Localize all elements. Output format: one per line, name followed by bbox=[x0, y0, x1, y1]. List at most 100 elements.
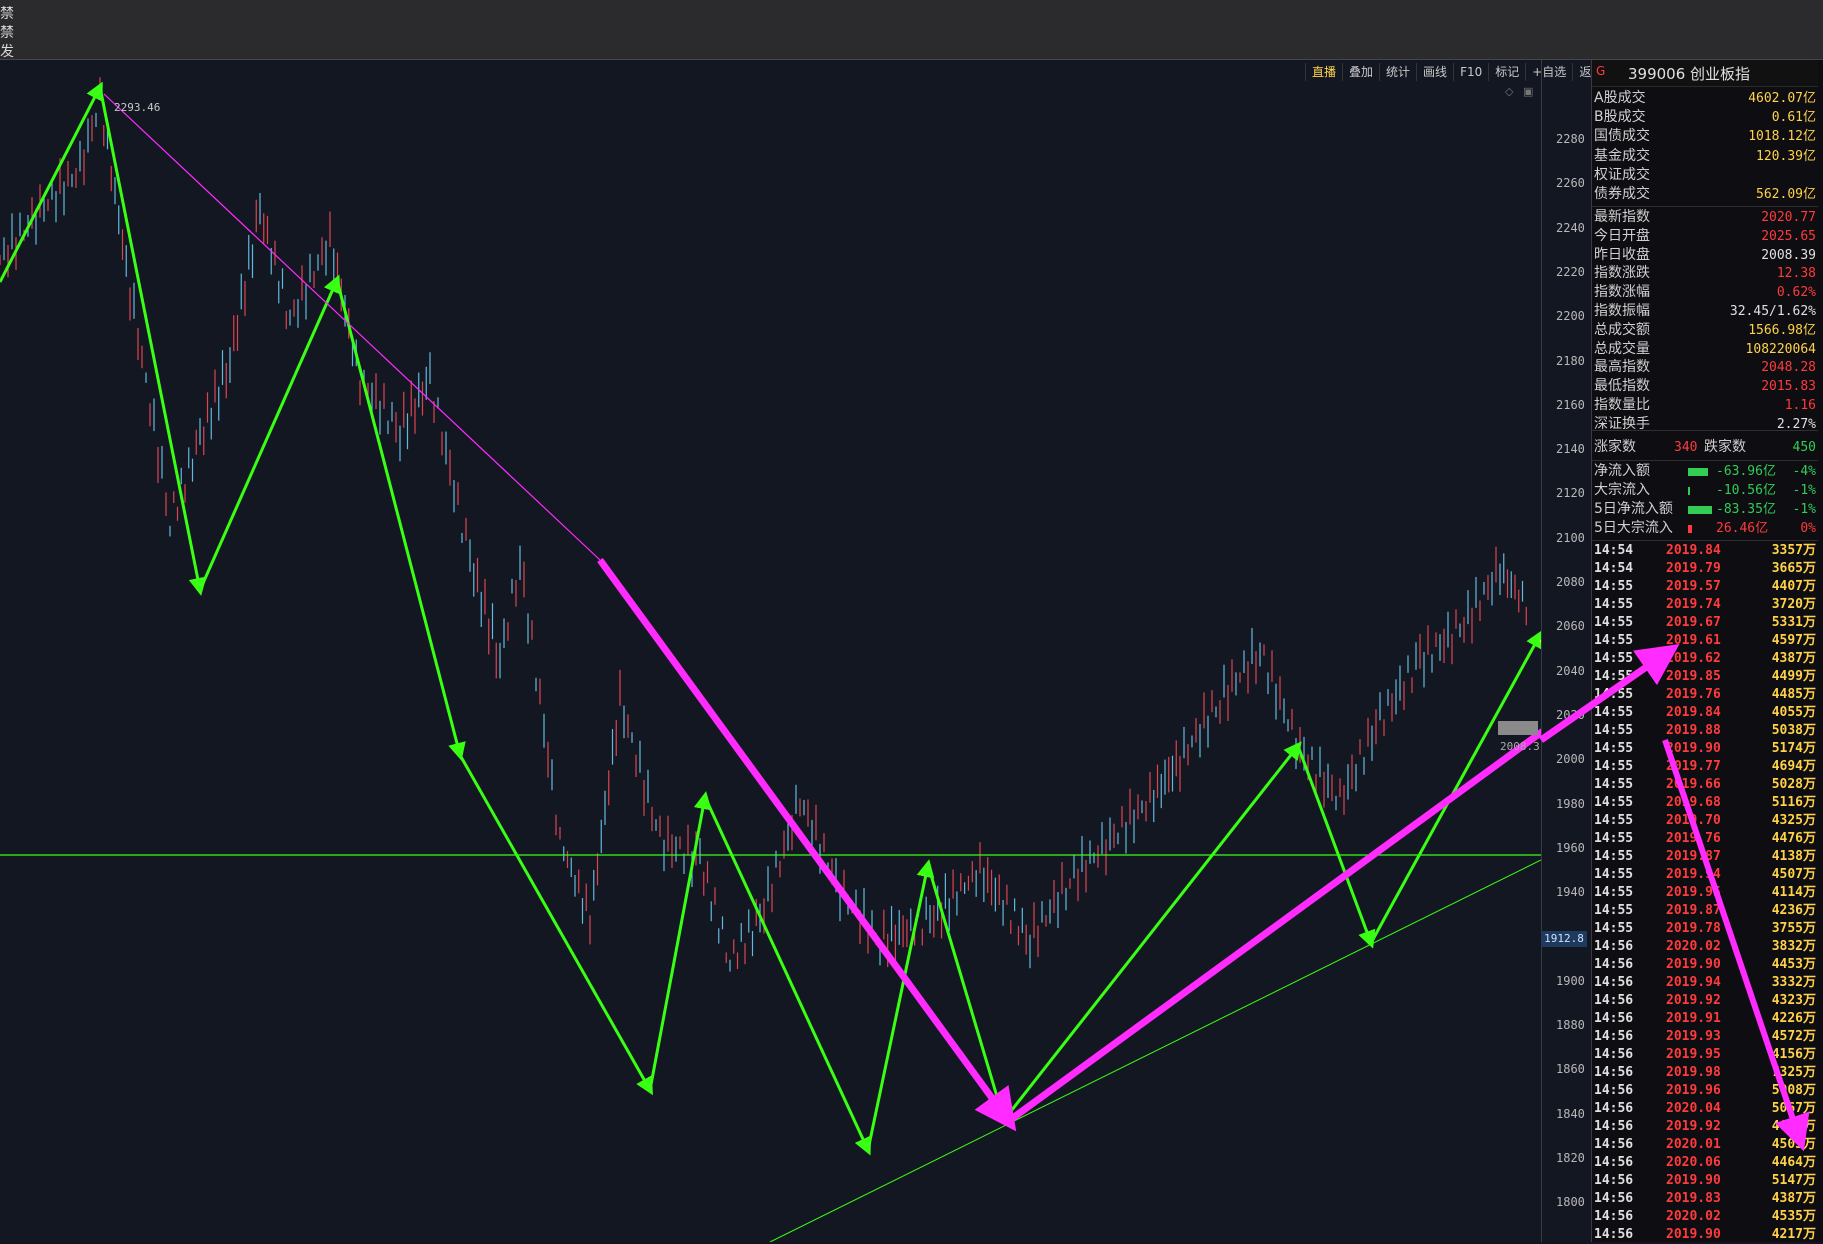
price-axis-label: 2000 bbox=[1556, 752, 1585, 767]
tick-volume: 5116万 bbox=[1771, 795, 1816, 810]
tick-time: 14:56 bbox=[1594, 957, 1634, 972]
tick-price: 2019.57 bbox=[1666, 579, 1721, 594]
turnover-row-value: 120.39亿 bbox=[1756, 148, 1816, 164]
turnover-row-label: 债券成交 bbox=[1594, 186, 1650, 202]
uptrend-arrow bbox=[1007, 728, 1541, 1123]
tick-row[interactable]: 14:56 2019.96 5008万 bbox=[1594, 1082, 1816, 1100]
turnover-row-value: 0.61亿 bbox=[1771, 110, 1816, 126]
tick-time: 14:55 bbox=[1594, 723, 1634, 738]
tick-price: 2019.92 bbox=[1666, 1119, 1721, 1134]
tick-volume: 4485万 bbox=[1771, 687, 1816, 702]
tick-volume: 3332万 bbox=[1771, 975, 1816, 990]
tick-row[interactable]: 14:55 2019.95 4114万 bbox=[1594, 884, 1816, 902]
tick-row[interactable]: 14:54 2019.84 3357万 bbox=[1594, 542, 1816, 560]
tick-time: 14:55 bbox=[1594, 687, 1634, 702]
tick-row[interactable]: 14:54 2019.79 3665万 bbox=[1594, 560, 1816, 578]
tick-row[interactable]: 14:56 2019.92 4657万 bbox=[1594, 1118, 1816, 1136]
tick-row[interactable]: 14:56 2019.92 4323万 bbox=[1594, 992, 1816, 1010]
toolbar-mark-button[interactable]: 标记 bbox=[1488, 63, 1525, 81]
tick-row[interactable]: 14:55 2019.88 5038万 bbox=[1594, 722, 1816, 740]
stat-row: 最高指数 2048.28 bbox=[1594, 358, 1816, 377]
tick-row[interactable]: 14:55 2019.68 5116万 bbox=[1594, 794, 1816, 812]
price-axis-label: 2260 bbox=[1556, 176, 1585, 191]
price-axis-label: 2220 bbox=[1556, 264, 1585, 279]
toolbar-stats-button[interactable]: 统计 bbox=[1379, 63, 1416, 81]
tick-row[interactable]: 14:55 2019.74 3720万 bbox=[1594, 596, 1816, 614]
tick-row[interactable]: 14:56 2019.94 3332万 bbox=[1594, 974, 1816, 992]
tick-row[interactable]: 14:55 2019.61 4597万 bbox=[1594, 632, 1816, 650]
turnover-row: 基金成交 120.39亿 bbox=[1594, 147, 1816, 166]
tick-volume: 5147万 bbox=[1771, 1173, 1816, 1188]
flow-value: -83.35亿 bbox=[1716, 502, 1776, 517]
tick-row[interactable]: 14:55 2019.76 4476万 bbox=[1594, 830, 1816, 848]
kline-chart[interactable] bbox=[0, 60, 1541, 1242]
tick-price: 2019.92 bbox=[1666, 993, 1721, 1008]
price-axis-label: 1860 bbox=[1556, 1062, 1585, 1077]
tick-row[interactable]: 14:55 2019.57 4407万 bbox=[1594, 578, 1816, 596]
tick-price: 2019.93 bbox=[1666, 1029, 1721, 1044]
tick-row[interactable]: 14:55 2019.62 4387万 bbox=[1594, 650, 1816, 668]
tick-row[interactable]: 14:56 2019.91 4226万 bbox=[1594, 1010, 1816, 1028]
tick-row[interactable]: 14:55 2019.94 4507万 bbox=[1594, 866, 1816, 884]
tick-row[interactable]: 14:56 2019.83 4387万 bbox=[1594, 1190, 1816, 1208]
tick-row[interactable]: 14:55 2019.66 5028万 bbox=[1594, 776, 1816, 794]
tick-time: 14:55 bbox=[1594, 867, 1634, 882]
tick-row[interactable]: 14:55 2019.70 4325万 bbox=[1594, 812, 1816, 830]
tick-row[interactable]: 14:55 2019.87 4138万 bbox=[1594, 848, 1816, 866]
tick-price: 2019.90 bbox=[1666, 1173, 1721, 1188]
flow-row: 净流入额 -63.96亿 -4% bbox=[1594, 462, 1816, 481]
stat-row-value: 2048.28 bbox=[1761, 360, 1816, 376]
toolbar-overlay-button[interactable]: 叠加 bbox=[1342, 63, 1379, 81]
tick-row[interactable]: 14:55 2019.67 5331万 bbox=[1594, 614, 1816, 632]
stat-row-label: 最高指数 bbox=[1594, 359, 1650, 376]
flow-value: -10.56亿 bbox=[1716, 483, 1776, 498]
tick-volume: 5067万 bbox=[1771, 1101, 1816, 1116]
panel-toggle-icon[interactable]: ▣ bbox=[1523, 85, 1533, 98]
tick-row[interactable]: 14:56 2020.04 5067万 bbox=[1594, 1100, 1816, 1118]
tick-time: 14:55 bbox=[1594, 885, 1634, 900]
turnover-row-value: 1018.12亿 bbox=[1748, 129, 1816, 145]
tick-row[interactable]: 14:56 2019.93 4572万 bbox=[1594, 1028, 1816, 1046]
tick-price: 2020.06 bbox=[1666, 1155, 1721, 1170]
divider bbox=[1592, 206, 1823, 207]
tick-row[interactable]: 14:55 2019.78 3755万 bbox=[1594, 920, 1816, 938]
tick-row[interactable]: 14:55 2019.87 4236万 bbox=[1594, 902, 1816, 920]
tick-time: 14:55 bbox=[1594, 849, 1634, 864]
tick-row[interactable]: 14:56 2019.90 5147万 bbox=[1594, 1172, 1816, 1190]
stat-row: 最低指数 2015.83 bbox=[1594, 377, 1816, 396]
flow-row: 大宗流入 -10.56亿 -1% bbox=[1594, 481, 1816, 500]
right-edge bbox=[1818, 60, 1823, 1242]
toolbar-live-button[interactable]: 直播 bbox=[1305, 63, 1342, 81]
tick-row[interactable]: 14:56 2019.90 4453万 bbox=[1594, 956, 1816, 974]
tick-price: 2020.01 bbox=[1666, 1137, 1721, 1152]
tick-row[interactable]: 14:55 2019.76 4485万 bbox=[1594, 686, 1816, 704]
tick-row[interactable]: 14:56 2020.02 3832万 bbox=[1594, 938, 1816, 956]
tick-row[interactable]: 14:55 2019.77 4694万 bbox=[1594, 758, 1816, 776]
toolbar-draw-button[interactable]: 画线 bbox=[1416, 63, 1453, 81]
tick-row[interactable]: 14:55 2019.84 4055万 bbox=[1594, 704, 1816, 722]
tick-volume: 4694万 bbox=[1771, 759, 1816, 774]
tick-price: 2019.95 bbox=[1666, 885, 1721, 900]
toolbar-f10-button[interactable]: F10 bbox=[1453, 63, 1488, 81]
tick-row[interactable]: 14:56 2019.95 4156万 bbox=[1594, 1046, 1816, 1064]
tick-price: 2020.02 bbox=[1666, 1209, 1721, 1224]
tick-row[interactable]: 14:55 2019.90 5174万 bbox=[1594, 740, 1816, 758]
tick-row[interactable]: 14:56 2020.01 4503万 bbox=[1594, 1136, 1816, 1154]
turnover-row: 债券成交 562.09亿 bbox=[1594, 185, 1816, 204]
tick-row[interactable]: 14:55 2019.85 4499万 bbox=[1594, 668, 1816, 686]
toolbar-add-favorite-button[interactable]: +自选 bbox=[1525, 63, 1572, 81]
price-axis-label: 2060 bbox=[1556, 619, 1585, 634]
stat-row: 指数涨跌 12.38 bbox=[1594, 264, 1816, 283]
tick-row[interactable]: 14:56 2020.06 4464万 bbox=[1594, 1154, 1816, 1172]
diamond-icon[interactable]: ◇ bbox=[1505, 85, 1513, 98]
stat-row-label: 今日开盘 bbox=[1594, 227, 1650, 244]
tick-row[interactable]: 14:56 2019.90 4217万 bbox=[1594, 1226, 1816, 1244]
last-price-label: 2008.3 bbox=[1500, 740, 1540, 753]
tick-row[interactable]: 14:56 2019.98 7325万 bbox=[1594, 1064, 1816, 1082]
tick-row[interactable]: 14:56 2020.02 4535万 bbox=[1594, 1208, 1816, 1226]
stat-row-label: 指数涨幅 bbox=[1594, 284, 1650, 301]
tick-price: 2019.96 bbox=[1666, 1083, 1721, 1098]
tick-volume: 5028万 bbox=[1771, 777, 1816, 792]
turnover-row-label: 基金成交 bbox=[1594, 147, 1650, 164]
tick-volume: 4535万 bbox=[1771, 1209, 1816, 1224]
